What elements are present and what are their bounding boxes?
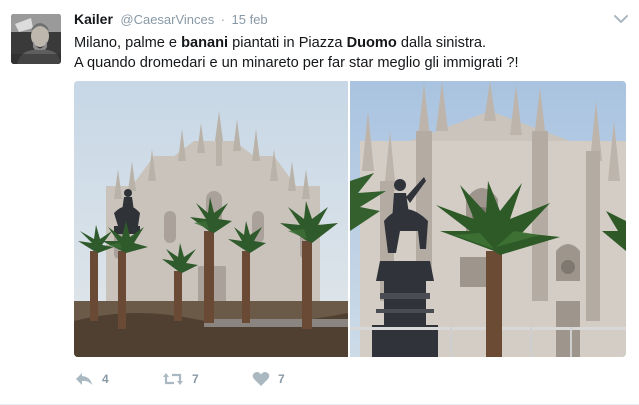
retweet-count: 7 bbox=[192, 372, 199, 386]
text-bold-duomo: Duomo bbox=[346, 35, 397, 51]
like-count: 7 bbox=[278, 372, 285, 386]
retweet-button[interactable]: 7 bbox=[162, 368, 199, 390]
tweet-text-line-2: A quando dromedari e un minareto per far… bbox=[74, 55, 519, 71]
reply-count: 4 bbox=[102, 372, 109, 386]
tweet-media bbox=[74, 81, 626, 357]
tweet-text-line-1: Milano, palme e banani piantati in Piazz… bbox=[74, 33, 629, 53]
reply-icon bbox=[76, 373, 92, 385]
photo-duomo-palms-right[interactable] bbox=[350, 81, 626, 357]
text-segment: Milano, palme e bbox=[74, 35, 182, 51]
text-segment: dalla sinistra. bbox=[396, 35, 487, 51]
photo-duomo-palms-left[interactable] bbox=[74, 81, 348, 357]
heart-icon bbox=[252, 372, 270, 386]
avatar-image bbox=[11, 14, 61, 64]
text-segment: piantati in Piazza bbox=[228, 35, 347, 51]
tweet-timestamp[interactable]: 15 feb bbox=[232, 12, 268, 27]
author-handle[interactable]: @CaesarVinces bbox=[120, 12, 214, 27]
avatar[interactable] bbox=[11, 14, 61, 64]
like-button[interactable]: 7 bbox=[252, 368, 285, 390]
tweet-actions: 4 7 7 bbox=[74, 368, 474, 390]
tweet-card: Kailer @CaesarVinces · 15 feb Milano, pa… bbox=[0, 0, 639, 405]
retweet-icon bbox=[163, 373, 183, 385]
text-bold-banani: banani bbox=[181, 35, 229, 51]
chevron-down-icon[interactable] bbox=[613, 12, 629, 24]
author-name[interactable]: Kailer bbox=[74, 11, 113, 27]
tweet-text: Milano, palme e banani piantati in Piazz… bbox=[74, 33, 629, 73]
reply-button[interactable]: 4 bbox=[74, 368, 109, 390]
separator-dot: · bbox=[220, 12, 226, 27]
tweet-header: Kailer @CaesarVinces · 15 feb bbox=[74, 11, 619, 31]
